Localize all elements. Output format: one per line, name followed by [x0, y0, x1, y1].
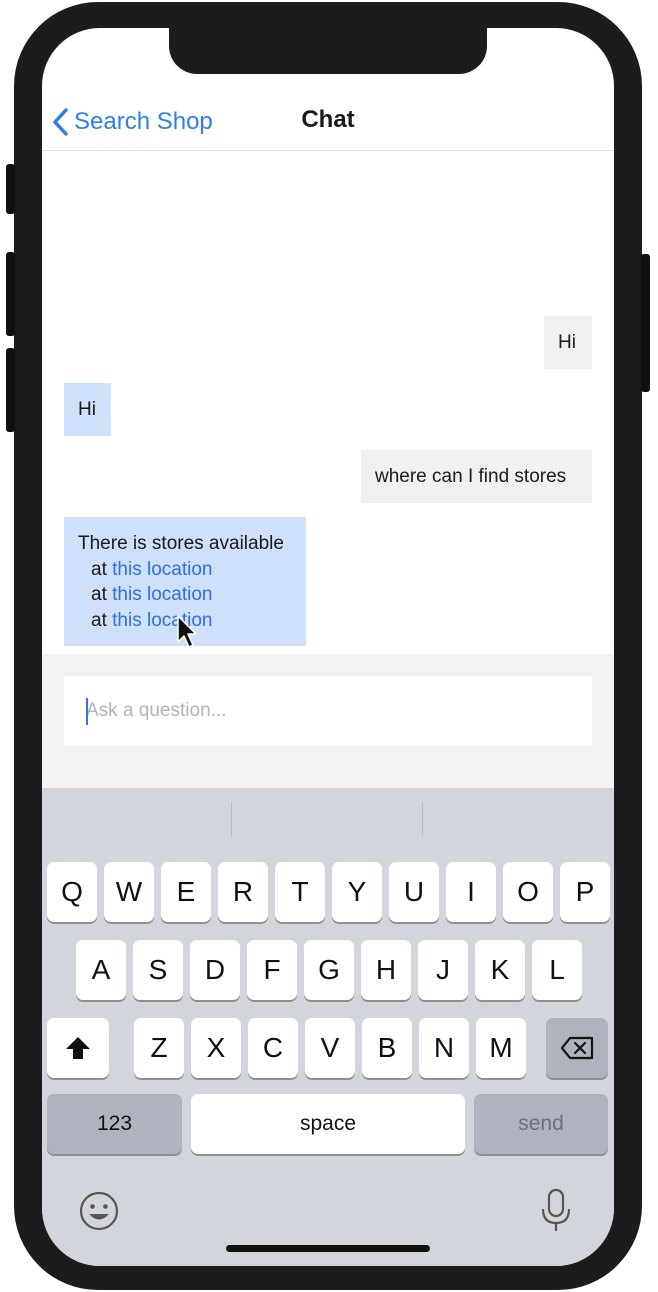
key-s[interactable]: S — [133, 940, 183, 1000]
send-key[interactable]: send — [474, 1094, 608, 1154]
key-k[interactable]: K — [475, 940, 525, 1000]
dictation-button[interactable] — [540, 1188, 572, 1234]
phone-silent-switch — [6, 164, 15, 214]
key-j[interactable]: J — [418, 940, 468, 1000]
key-a[interactable]: A — [76, 940, 126, 1000]
key-b[interactable]: B — [362, 1018, 412, 1078]
backspace-key[interactable] — [546, 1018, 608, 1078]
notch — [169, 28, 487, 74]
key-h[interactable]: H — [361, 940, 411, 1000]
numbers-key[interactable]: 123 — [47, 1094, 182, 1154]
key-d[interactable]: D — [190, 940, 240, 1000]
key-n[interactable]: N — [419, 1018, 469, 1078]
key-o[interactable]: O — [503, 862, 553, 922]
page-title: Chat — [301, 106, 355, 133]
key-e[interactable]: E — [161, 862, 211, 922]
message-text: Hi — [558, 332, 576, 353]
question-input[interactable] — [64, 676, 592, 746]
key-f[interactable]: F — [247, 940, 297, 1000]
key-w[interactable]: W — [104, 862, 154, 922]
message-text: where can I find stores — [375, 466, 567, 487]
key-y[interactable]: Y — [332, 862, 382, 922]
backspace-icon — [560, 1036, 594, 1060]
input-area — [42, 654, 614, 788]
screen: Search Shop Chat Hi Hi where can I find … — [42, 28, 614, 1266]
key-x[interactable]: X — [191, 1018, 241, 1078]
keyboard: Q W E R T Y U I O P A S D F G H J K L Z … — [42, 788, 614, 1266]
location-prefix: at — [91, 609, 107, 631]
shift-key[interactable] — [47, 1018, 109, 1078]
key-z[interactable]: Z — [134, 1018, 184, 1078]
key-i[interactable]: I — [446, 862, 496, 922]
key-c[interactable]: C — [248, 1018, 298, 1078]
message-text: There is stores available — [78, 533, 284, 554]
emoji-button[interactable] — [78, 1190, 120, 1232]
store-location-line: at this location — [78, 582, 306, 608]
text-caret — [86, 698, 88, 725]
location-link[interactable]: this location — [112, 559, 212, 580]
location-prefix: at — [91, 584, 107, 605]
key-u[interactable]: U — [389, 862, 439, 922]
microphone-icon — [541, 1188, 571, 1231]
message-bot: Hi — [64, 383, 111, 436]
key-l[interactable]: L — [532, 940, 582, 1000]
key-v[interactable]: V — [305, 1018, 355, 1078]
message-user: where can I find stores — [361, 450, 592, 503]
home-indicator — [226, 1245, 430, 1252]
emoji-icon — [79, 1191, 119, 1231]
location-prefix: at — [91, 558, 107, 580]
message-text: Hi — [78, 399, 96, 420]
phone-power-button — [641, 254, 650, 392]
suggestion-divider — [422, 802, 423, 836]
phone-volume-up — [6, 252, 15, 336]
key-g[interactable]: G — [304, 940, 354, 1000]
key-m[interactable]: M — [476, 1018, 526, 1078]
location-link[interactable]: this location — [112, 584, 212, 605]
key-p[interactable]: P — [560, 862, 610, 922]
message-user: Hi — [544, 316, 592, 369]
space-key[interactable]: space — [191, 1094, 465, 1154]
navigation-bar: Search Shop Chat — [42, 94, 614, 151]
store-location-line: at this location — [78, 557, 306, 583]
suggestion-divider — [231, 802, 232, 836]
shift-arrow-icon — [66, 1037, 90, 1059]
key-t[interactable]: T — [275, 862, 325, 922]
phone-volume-down — [6, 348, 15, 432]
key-r[interactable]: R — [218, 862, 268, 922]
mouse-pointer-icon — [177, 615, 197, 648]
key-q[interactable]: Q — [47, 862, 97, 922]
